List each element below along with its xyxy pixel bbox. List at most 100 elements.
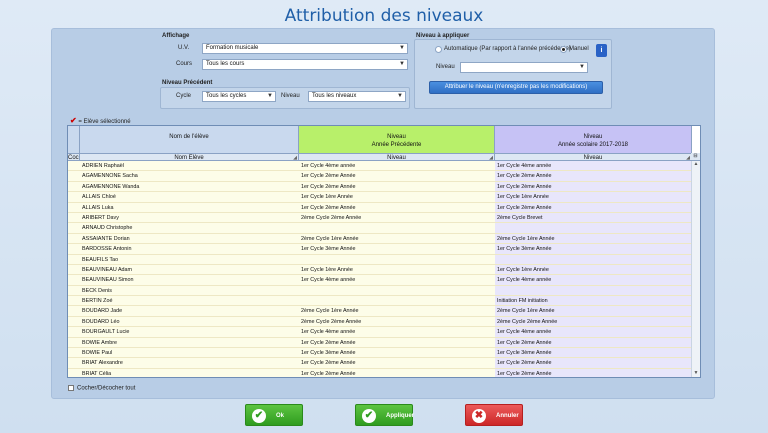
niveau-appl-select[interactable]: ▼ [460,62,588,73]
current-level-cell: 2ème Cycle 1ère Année [495,233,692,245]
attribuer-niveau-button[interactable]: Attribuer le niveau (n'enregistre pas le… [429,81,603,94]
previous-level-cell: 1er Cycle 3ème Année [299,244,495,255]
current-level-cell: 1er Cycle 2ème Année [495,171,692,182]
row-select-cell [68,275,80,286]
table-row[interactable]: BEAUVINEAU Adam 1er Cycle 1ère Année 1er C… [68,264,692,276]
table-row[interactable]: ARIBERT Davy 2ème Cycle 2ème Année 2ème Cy… [68,212,692,224]
student-name-cell: ALLAIS Luka [80,202,299,213]
ok-button[interactable]: ✔ Ok [245,404,303,426]
table-row[interactable]: AGAMENNONE Sacha 1er Cycle 2ème Année 1er … [68,171,692,182]
header-nom-text: Nom de l'élève [169,134,209,140]
student-name-cell: ALLAIS Chloé [80,192,299,203]
row-select-cell [68,181,80,193]
current-level-cell: Initiation FM initiation [495,296,692,307]
scroll-down-icon[interactable]: ▼ [692,370,700,377]
row-select-cell [68,202,80,213]
uv-label: U.V. [178,45,190,51]
current-level-cell [495,254,692,265]
table-row[interactable]: BEAUVINEAU Simon 1er Cycle 4ème année 1er … [68,275,692,286]
niveau-prec-select[interactable]: Tous les niveaux ▼ [308,91,406,102]
affichage-label: Affichage [162,33,190,39]
current-level-cell: 1er Cycle 2ème Année [495,202,692,213]
auto-radio[interactable] [435,46,442,53]
previous-level-cell: 2ème Cycle 1ère Année [299,306,495,317]
table-row[interactable]: ARNAUD Christophe [68,223,692,234]
chevron-down-icon: ▼ [399,61,405,67]
header-col0 [68,126,80,153]
table-row[interactable]: BERTIN Zoé Initiation FM initiation [68,296,692,307]
table-row[interactable]: BOURGAULT Lucie 1er Cycle 4ème année 1er C… [68,327,692,338]
header-prev: Niveau Année Précédente [299,126,495,153]
previous-level-cell: 1er Cycle 2ème Année [299,337,495,349]
row-select-cell [68,212,80,224]
table-row[interactable]: BOWIE Ambre 1er Cycle 2ème Année 1er Cycle… [68,337,692,349]
close-icon: ✖ [472,409,486,423]
previous-level-cell: 1er Cycle 1ère Année [299,264,495,276]
vertical-scrollbar[interactable]: ▲ ▼ [691,161,700,377]
selection-legend: ✔ = Elève sélectionné [70,116,131,125]
uv-select[interactable]: Formation musicale ▼ [202,43,408,54]
row-select-cell [68,264,80,276]
student-name-cell: BEAUVINEAU Simon [80,275,299,286]
student-name-cell: BECK Denis [80,285,299,297]
previous-level-cell: 1er Cycle 2ème Année [299,368,495,377]
student-name-cell: BOWIE Ambre [80,337,299,349]
niveau-prec-select-value: Tous les niveaux [312,93,357,99]
table-row[interactable]: BECK Denis [68,285,692,297]
student-name-cell: BERTIN Zoé [80,296,299,307]
manuel-radio[interactable] [560,46,567,53]
table-row[interactable]: BOUDARD Jade 2ème Cycle 1ère Année 2ème Cy… [68,306,692,317]
row-select-cell [68,306,80,317]
student-name-cell: BOWIE Paul [80,348,299,359]
previous-level-cell: 2ème Cycle 2ème Année [299,316,495,328]
page-title: Attribution des niveaux [284,6,484,26]
current-level-cell: 1er Cycle 2ème Année [495,368,692,377]
table-row[interactable]: ADRIEN Raphaël 1er Cycle 4ème année 1er Cy… [68,161,692,172]
student-name-cell: BOURGAULT Lucie [80,327,299,338]
previous-level-cell: 1er Cycle 2ème Année [299,171,495,182]
table-row[interactable]: BRIAT Célia 1er Cycle 2ème Année 1er Cycle… [68,368,692,377]
annuler-button-label: Annuler [496,413,519,419]
row-select-cell [68,161,80,172]
scroll-up-icon[interactable]: ▲ [692,161,700,169]
previous-level-cell: 2ème Cycle 1ère Année [299,233,495,245]
current-level-cell: 1er Cycle 4ème année [495,161,692,172]
annuler-button[interactable]: ✖ Annuler [465,404,523,426]
previous-level-cell: 1er Cycle 3ème Année [299,348,495,359]
table-row[interactable]: BARDOSSE Antonin 1er Cycle 3ème Année 1er … [68,244,692,255]
table-row[interactable]: BOUDARD Léo 2ème Cycle 2ème Année 2ème Cyc… [68,316,692,328]
checkbox-box[interactable] [68,385,74,391]
subheader-nom[interactable]: Nom Elève ◢ [80,153,299,161]
table-row[interactable]: BRIAT Alexandre 1er Cycle 2ème Année 1er C… [68,358,692,369]
header-nom: Nom de l'élève [80,126,299,153]
row-select-cell [68,368,80,377]
table-row[interactable]: AGAMENNONE Wanda 1er Cycle 2ème Année 1er … [68,181,692,193]
table-row[interactable]: BEAUFILS Tao [68,254,692,265]
niveau-appl-label: Niveau [436,64,455,70]
student-name-cell: BARDOSSE Antonin [80,244,299,255]
current-level-cell: 1er Cycle 4ème année [495,327,692,338]
table-row[interactable]: ALLAIS Luka 1er Cycle 2ème Année 1er Cycle… [68,202,692,213]
previous-level-cell: 1er Cycle 2ème Année [299,358,495,369]
ok-button-label: Ok [276,413,285,419]
cycle-select[interactable]: Tous les cycles ▼ [202,91,276,102]
cocher-tout-checkbox[interactable]: Cocher/Décocher tout [68,385,135,392]
info-icon[interactable]: i [596,44,607,57]
current-level-cell: 2ème Cycle 2ème Année [495,316,692,328]
subheader-curr[interactable]: Niveau ◢ [495,153,692,161]
students-grid[interactable]: Nom de l'élève Niveau Année Précédente N… [67,125,701,378]
cycle-label: Cycle [176,93,192,99]
table-row[interactable]: BOWIE Paul 1er Cycle 3ème Année 1er Cycle … [68,348,692,359]
subheader-coc[interactable]: Coc [68,153,80,161]
cours-select[interactable]: Tous les cours ▼ [202,59,408,70]
column-settings-icon[interactable]: ⊟ [691,153,700,161]
subheader-prev[interactable]: Niveau ◢ [299,153,495,161]
appliquer-button-label: Appliquer [386,413,414,419]
student-name-cell: ASSAIANTE Dorian [80,233,299,245]
check-icon: ✔ [252,409,266,423]
table-row[interactable]: ASSAIANTE Dorian 2ème Cycle 1ère Année 2èm… [68,233,692,245]
previous-level-cell: 1er Cycle 4ème année [299,275,495,286]
appliquer-button[interactable]: ✔ Appliquer [355,404,414,426]
table-row[interactable]: ALLAIS Chloé 1er Cycle 1ère Année 1er Cycl… [68,192,692,203]
current-level-cell: 2ème Cycle 1ère Année [495,306,692,317]
